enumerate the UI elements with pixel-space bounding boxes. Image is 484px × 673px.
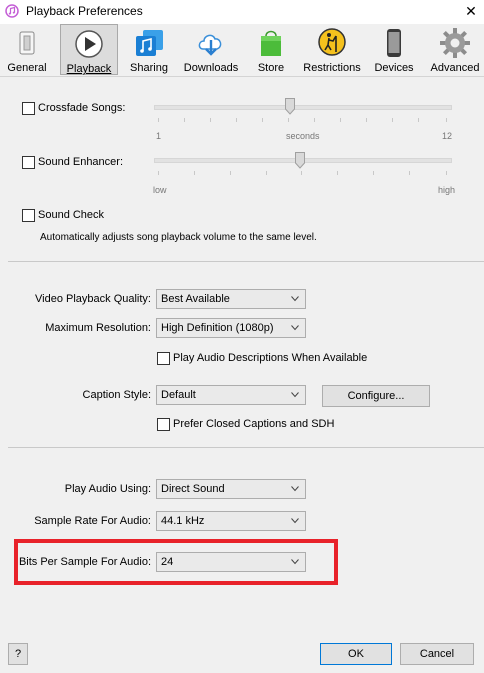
sound-enhancer-checkbox[interactable] xyxy=(22,156,35,169)
tab-label: Restrictions xyxy=(303,62,361,74)
audio-descriptions-label: Play Audio Descriptions When Available xyxy=(173,352,368,364)
chevron-down-icon xyxy=(291,486,299,492)
playback-panel: Crossfade Songs: 1 seconds 12 Sound Enha… xyxy=(0,77,484,637)
tab-downloads[interactable]: Downloads xyxy=(182,24,240,75)
tab-label: Devices xyxy=(374,62,414,74)
video-quality-value: Best Available xyxy=(161,293,230,305)
play-audio-using-value: Direct Sound xyxy=(161,483,225,495)
crossfade-checkbox[interactable] xyxy=(22,102,35,115)
general-switch-icon xyxy=(19,31,35,55)
store-bag-icon xyxy=(261,30,281,56)
play-icon xyxy=(75,30,103,58)
phone-icon xyxy=(387,29,401,57)
tab-store[interactable]: Store xyxy=(252,24,290,75)
video-quality-label: Video Playback Quality: xyxy=(35,293,151,305)
caption-style-label: Caption Style: xyxy=(82,389,151,401)
tab-sharing[interactable]: Sharing xyxy=(124,24,174,75)
bits-per-sample-select[interactable]: 24 xyxy=(156,552,306,572)
sound-enhancer-slider-thumb[interactable] xyxy=(295,152,305,169)
sound-check-description: Automatically adjusts song playback volu… xyxy=(40,232,317,243)
tab-devices[interactable]: Devices xyxy=(372,24,416,75)
sound-check-label: Sound Check xyxy=(38,209,105,221)
closed-captions-checkbox[interactable] xyxy=(157,418,170,431)
sharing-music-icon xyxy=(136,30,163,56)
chevron-down-icon xyxy=(291,296,299,302)
crossfade-min-label: 1 xyxy=(156,131,162,141)
video-quality-select[interactable]: Best Available xyxy=(156,289,306,309)
bits-per-sample-value: 24 xyxy=(161,556,174,568)
chevron-down-icon xyxy=(291,392,299,398)
dialog-footer: ? OK Cancel xyxy=(0,637,484,673)
closed-captions-label: Prefer Closed Captions and SDH xyxy=(173,418,335,430)
cancel-button[interactable]: Cancel xyxy=(400,643,474,665)
tab-restrictions[interactable]: Restrictions xyxy=(302,24,362,75)
play-audio-using-select[interactable]: Direct Sound xyxy=(156,479,306,499)
separator xyxy=(8,261,484,262)
sound-enhancer-max-label: high xyxy=(438,185,456,195)
sound-enhancer-label: Sound Enhancer: xyxy=(38,156,124,168)
tab-label: Downloads xyxy=(183,62,239,74)
tab-general[interactable]: General xyxy=(4,24,50,75)
bits-per-sample-label: Bits Per Sample For Audio: xyxy=(18,556,151,568)
tab-label: General xyxy=(7,62,47,74)
configure-button[interactable]: Configure... xyxy=(322,385,430,407)
tab-label: Advanced xyxy=(430,62,480,74)
sound-check-checkbox[interactable] xyxy=(22,209,35,222)
tab-label: Sharing xyxy=(130,62,168,74)
max-resolution-label: Maximum Resolution: xyxy=(45,322,151,334)
chevron-down-icon xyxy=(291,559,299,565)
chevron-down-icon xyxy=(291,518,299,524)
tab-playback[interactable]: Playback xyxy=(60,24,118,75)
max-resolution-select[interactable]: High Definition (1080p) xyxy=(156,318,306,338)
close-button[interactable]: ✕ xyxy=(458,0,484,22)
tab-label: Store xyxy=(257,62,285,74)
download-cloud-icon xyxy=(198,34,222,56)
separator xyxy=(8,447,484,448)
restrictions-icon xyxy=(318,28,346,56)
crossfade-slider-thumb[interactable] xyxy=(285,98,295,115)
title-bar: Playback Preferences ✕ xyxy=(0,0,484,24)
ok-button[interactable]: OK xyxy=(320,643,392,665)
audio-descriptions-checkbox[interactable] xyxy=(157,352,170,365)
crossfade-slider-track[interactable] xyxy=(154,105,452,110)
itunes-app-icon xyxy=(5,4,19,18)
window-title: Playback Preferences xyxy=(26,4,143,18)
play-audio-using-label: Play Audio Using: xyxy=(64,483,151,495)
crossfade-units-label: seconds xyxy=(286,131,320,141)
tab-advanced[interactable]: Advanced xyxy=(428,24,482,75)
crossfade-max-label: 12 xyxy=(442,131,453,141)
preferences-toolbar: General Playback Sharing Downloads Store… xyxy=(0,24,484,77)
sample-rate-select[interactable]: 44.1 kHz xyxy=(156,511,306,531)
chevron-down-icon xyxy=(291,325,299,331)
help-button[interactable]: ? xyxy=(8,643,28,665)
gear-icon xyxy=(440,28,470,58)
crossfade-label: Crossfade Songs: xyxy=(38,102,126,114)
tab-label: Playback xyxy=(66,63,112,75)
caption-style-value: Default xyxy=(161,389,196,401)
caption-style-select[interactable]: Default xyxy=(156,385,306,405)
sample-rate-label: Sample Rate For Audio: xyxy=(34,515,151,527)
sound-enhancer-min-label: low xyxy=(153,185,167,195)
sample-rate-value: 44.1 kHz xyxy=(161,515,205,527)
max-resolution-value: High Definition (1080p) xyxy=(161,322,274,334)
